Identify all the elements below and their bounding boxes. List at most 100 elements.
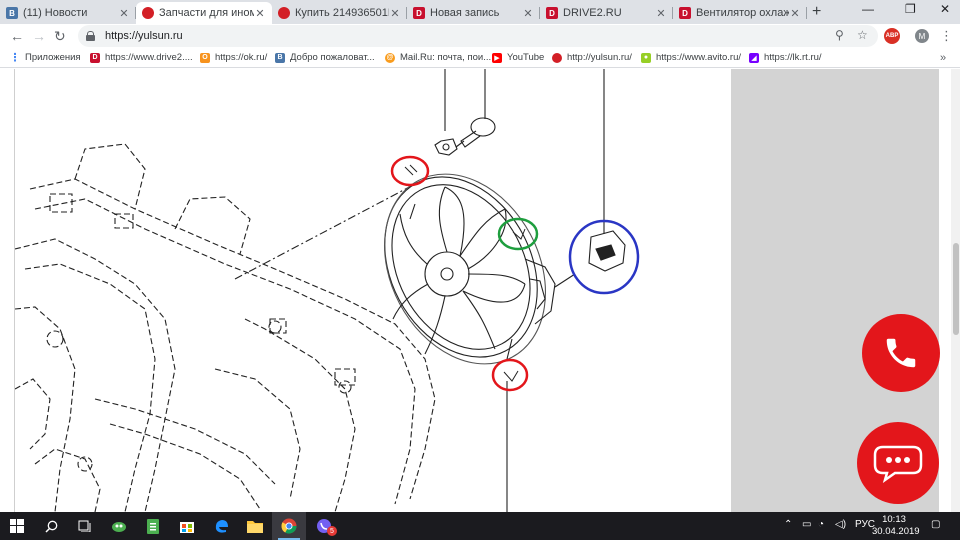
forward-arrow-icon[interactable]: →	[32, 28, 46, 44]
bookmark-label: https://www.drive2....	[105, 52, 193, 63]
tab-title: Вентилятор охлажден	[696, 7, 789, 19]
search-icon[interactable]	[34, 512, 68, 540]
zoom-search-icon[interactable]: ⚲	[835, 28, 844, 42]
tab-separator	[806, 7, 807, 19]
tab-strip: В(11) Новости✕Запчасти для иномарс✕Купит…	[0, 0, 960, 24]
page-content	[0, 69, 960, 512]
bookmark-label: Mail.Ru: почта, пои...	[400, 52, 492, 63]
vk-icon: В	[275, 52, 285, 63]
drive2-icon: D	[413, 7, 425, 19]
tab-title: DRIVE2.RU	[563, 7, 622, 19]
bolt-part	[455, 117, 496, 148]
bookmark-item[interactable]: ⋮ Приложения	[9, 52, 81, 64]
tab-title: Запчасти для иномарс	[159, 7, 254, 19]
tab-title: (11) Новости	[23, 7, 88, 19]
browser-tab[interactable]: D DRIVE2.RU ✕	[540, 2, 673, 24]
close-tab-icon[interactable]: ✕	[655, 7, 667, 20]
fan-connector	[554, 230, 626, 288]
fan-shroud	[383, 173, 556, 365]
clock-time: 10:13	[882, 514, 906, 525]
volume-icon[interactable]: ◁)	[835, 519, 846, 530]
close-tab-icon[interactable]: ✕	[389, 7, 401, 20]
bookmark-item[interactable]: Dhttps://www.drive2....	[90, 52, 193, 63]
youtube-icon: ▶	[492, 52, 502, 63]
address-url: https://yulsun.ru	[105, 30, 183, 42]
radiator-support-frame	[15, 143, 436, 512]
windows-start-icon[interactable]	[0, 512, 34, 540]
bookmark-item[interactable]: В Добро пожаловат...	[275, 52, 375, 63]
viber-badge: 5	[327, 526, 337, 536]
red-circle-top	[390, 155, 430, 187]
address-bar[interactable]: https://yulsun.ru	[78, 25, 878, 47]
browser-tab[interactable]: D Вентилятор охлажден✕	[673, 2, 807, 24]
taskbar-clock[interactable]: 10:13 30.04.2019	[872, 514, 920, 538]
red-circle-bottom	[491, 358, 529, 392]
chrome-icon[interactable]	[272, 512, 306, 540]
browser-tab[interactable]: D Новая запись ✕	[407, 2, 540, 24]
close-window-button[interactable]: ✕	[940, 2, 950, 16]
new-tab-button[interactable]: +	[812, 3, 821, 21]
bookmark-item[interactable]: ▶ YouTube	[492, 52, 544, 63]
app-green-icon[interactable]	[102, 512, 136, 540]
tab-title: Новая запись	[430, 7, 500, 19]
back-arrow-icon[interactable]: ←	[10, 28, 24, 44]
browser-toolbar: ← → ↻ https://yulsun.ru ⚲ ☆	[0, 24, 960, 49]
chrome-menu-icon[interactable]: ⋮	[940, 28, 953, 44]
yulsun-icon	[278, 7, 290, 19]
explorer-icon[interactable]	[238, 512, 272, 540]
bookmark-item[interactable]: ● https://www.avito.ru/	[641, 52, 741, 63]
browser-tab[interactable]: Запчасти для иномарс✕	[136, 2, 272, 24]
close-tab-icon[interactable]: ✕	[789, 7, 801, 20]
bookmarks-overflow-button[interactable]: »	[940, 52, 946, 64]
restore-button[interactable]: ❐	[905, 2, 916, 16]
bookmark-item[interactable]: http://yulsun.ru/	[552, 52, 632, 63]
bookmark-label: https://ok.ru/	[215, 52, 268, 63]
bookmark-label: https://www.avito.ru/	[656, 52, 742, 63]
yulsun-icon	[142, 7, 154, 19]
bookmarks-bar: ⋮ Приложения Dhttps://www.drive2.... Оhttps…	[0, 49, 960, 68]
chat-button[interactable]	[857, 422, 939, 504]
bookmark-label: http://yulsun.ru/	[567, 52, 632, 63]
reload-icon[interactable]: ↻	[54, 28, 66, 45]
bookmark-label: Приложения	[25, 52, 81, 63]
drive2-icon: D	[679, 7, 691, 19]
green-circle	[497, 217, 539, 251]
edge-icon[interactable]	[204, 512, 238, 540]
notifications-icon[interactable]: ▢	[931, 519, 940, 530]
clock-date: 30.04.2019	[872, 526, 920, 537]
profile-avatar[interactable]: M	[915, 29, 929, 43]
task-view-icon[interactable]	[68, 512, 102, 540]
drive2-icon: D	[546, 7, 558, 19]
leader-line	[234, 183, 416, 280]
lock-icon	[86, 31, 95, 41]
browser-tab[interactable]: В (11) Новости ✕	[0, 2, 136, 24]
minimize-button[interactable]: —	[862, 2, 874, 16]
call-button[interactable]	[862, 314, 940, 392]
adblock-extension-icon[interactable]: ABP	[884, 28, 900, 44]
wifi-icon[interactable]: ◔	[818, 519, 824, 530]
bookmark-item[interactable]: Оhttps://ok.ru/	[200, 52, 267, 63]
app-doc-icon[interactable]	[136, 512, 170, 540]
phone-icon	[886, 338, 916, 368]
close-tab-icon[interactable]: ✕	[522, 7, 534, 20]
network-icon[interactable]: ▭	[802, 519, 811, 530]
bookmark-item[interactable]: ◢ https://lk.rt.ru/	[749, 52, 822, 63]
close-tab-icon[interactable]: ✕	[118, 7, 130, 20]
scrollbar-thumb[interactable]	[953, 243, 959, 335]
tab-title: Купить 214936501R RE	[295, 7, 389, 19]
vk-icon: В	[6, 7, 18, 19]
drive2-icon: D	[90, 52, 100, 63]
tray-chevron-icon[interactable]: ⌃	[784, 519, 792, 530]
bookmark-star-icon[interactable]: ☆	[857, 28, 868, 42]
bookmark-label: https://lk.rt.ru/	[764, 52, 822, 63]
bookmark-label: Добро пожаловат...	[290, 52, 375, 63]
close-tab-icon[interactable]: ✕	[254, 7, 266, 20]
browser-tab[interactable]: Купить 214936501R RE✕	[272, 2, 407, 24]
bookmark-item[interactable]: @ Mail.Ru: почта, пои...	[385, 52, 491, 63]
apps-grid-icon: ⋮	[9, 52, 21, 64]
store-icon[interactable]	[170, 512, 204, 540]
ok-icon: О	[200, 52, 210, 63]
avito-icon: ●	[641, 52, 651, 63]
rt-icon: ◢	[749, 52, 759, 63]
viber-icon[interactable]: 5	[308, 512, 342, 540]
